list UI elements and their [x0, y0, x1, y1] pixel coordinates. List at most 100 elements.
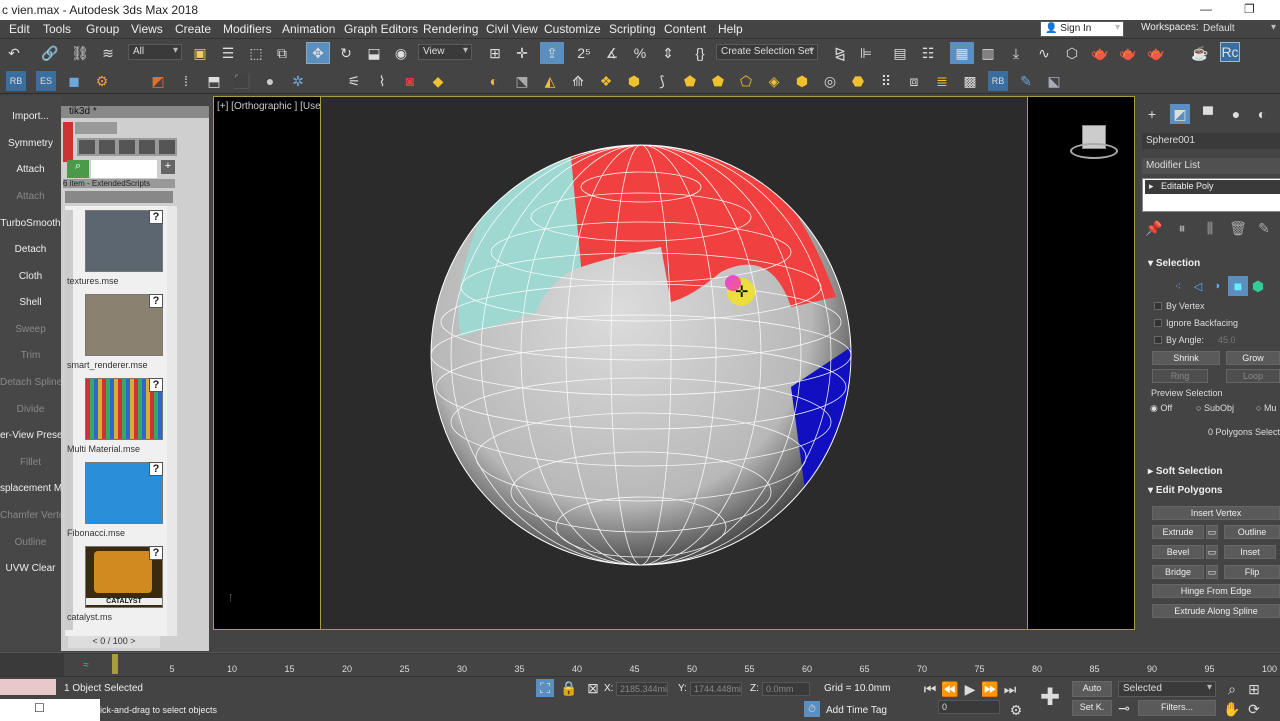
command-attach[interactable]: Attach — [0, 164, 61, 175]
select-object-icon[interactable]: ▣ — [190, 43, 210, 63]
ring-button[interactable]: Ring — [1152, 369, 1208, 383]
scene-explorer-icon[interactable]: ▤ — [890, 43, 910, 63]
hierarchy-tool-icon[interactable]: ⚟ — [344, 71, 364, 91]
texture-category-icon[interactable] — [119, 140, 135, 154]
spinner-snap-icon[interactable]: ⇕ — [658, 43, 678, 63]
select-rotate-icon[interactable]: ↻ — [336, 43, 356, 63]
percent-snap-icon[interactable]: % — [630, 43, 650, 63]
loop-button[interactable]: Loop — [1226, 369, 1280, 383]
modifier-tool-c-icon[interactable]: ⬠ — [736, 71, 756, 91]
maximize-icon[interactable]: ❐ — [1244, 2, 1255, 16]
polygon-mode-icon[interactable]: ■ — [1228, 276, 1248, 296]
layer-tool-icon[interactable]: ≣ — [932, 71, 952, 91]
checker-tool-icon[interactable]: ▩ — [960, 71, 980, 91]
browser-nav-buttons[interactable] — [75, 122, 117, 134]
material-editor-icon[interactable]: ⬡ — [1062, 43, 1082, 63]
stack-item-editable-poly[interactable]: ▸ Editable Poly — [1145, 180, 1280, 194]
command-import[interactable]: Import... — [0, 111, 61, 122]
search-icon[interactable]: ⌕ — [67, 160, 89, 178]
maxscript-mini-listener[interactable]: ☐ — [0, 699, 100, 721]
lock-selection-icon[interactable]: 🔒 — [560, 679, 578, 697]
menu-customize[interactable]: Customize — [544, 22, 601, 36]
command-fillet[interactable]: Fillet — [0, 457, 61, 468]
maxscript-listener-field[interactable] — [0, 679, 56, 695]
restore-icon[interactable]: ☐ — [34, 701, 45, 715]
window-crossing-icon[interactable]: ⧉ — [272, 43, 292, 63]
rc-script-icon[interactable]: Rc — [1220, 42, 1240, 62]
extrude-settings-icon[interactable]: ▭ — [1206, 525, 1218, 539]
command-attach-disabled[interactable]: Attach — [0, 191, 61, 202]
set-key-button[interactable]: Set K. — [1072, 700, 1112, 716]
light-category-icon[interactable] — [159, 140, 175, 154]
modifier-tool-g-icon[interactable]: ⬣ — [848, 71, 868, 91]
particles-tool-icon[interactable]: ✲ — [288, 71, 308, 91]
menu-views[interactable]: Views — [131, 22, 163, 36]
frame-tool-icon[interactable]: ⬒ — [204, 71, 224, 91]
isolate-selection-icon[interactable]: ⛶ — [536, 679, 554, 697]
y-coordinate-field[interactable]: 1744.448mi — [690, 682, 742, 696]
light-tool-icon[interactable]: ◆ — [428, 71, 448, 91]
menu-scripting[interactable]: Scripting — [609, 22, 656, 36]
box-tool-icon[interactable]: ◼ — [64, 71, 84, 91]
menu-tools[interactable]: Tools — [43, 22, 71, 36]
browser-close-strip[interactable] — [63, 122, 73, 162]
rb-script-icon[interactable]: RB — [6, 71, 26, 91]
poly-tool-icon[interactable]: ◩ — [148, 71, 168, 91]
sign-in-dropdown[interactable]: 👤 Sign In — [1040, 21, 1124, 37]
shape-tool-icon[interactable]: ◭ — [540, 71, 560, 91]
zoom-all-icon[interactable]: ⊞ — [1244, 679, 1264, 699]
help-icon[interactable]: ? — [149, 210, 163, 224]
modifier-tool-e-icon[interactable]: ⬢ — [792, 71, 812, 91]
current-frame-marker[interactable] — [112, 654, 118, 674]
soft-selection-rollout-title[interactable]: ▸ Soft Selection — [1142, 466, 1280, 477]
unlink-icon[interactable]: ⛓ — [70, 43, 90, 63]
edit-polygons-rollout-title[interactable]: ▾ Edit Polygons — [1142, 485, 1280, 496]
link-icon[interactable]: 🔗 — [40, 43, 60, 63]
command-cloth[interactable]: Cloth — [0, 271, 61, 282]
inset-button[interactable]: Inset — [1224, 545, 1276, 559]
cube-category-icon[interactable] — [79, 140, 95, 154]
set-key-icon[interactable]: ✚ — [1036, 683, 1064, 711]
z-coordinate-field[interactable]: 0.0mm — [762, 682, 810, 696]
insert-vertex-button[interactable]: Insert Vertex — [1152, 506, 1280, 520]
sphere-tool-icon[interactable]: ● — [260, 71, 280, 91]
rectangular-selection-icon[interactable]: ⬚ — [246, 43, 266, 63]
box-mode-icon[interactable]: ⬕ — [1044, 71, 1064, 91]
select-manipulate-icon[interactable]: ✛ — [512, 43, 532, 63]
grid-tool-icon[interactable]: ⠿ — [876, 71, 896, 91]
snaps-toggle-icon[interactable]: 2⁵ — [574, 43, 594, 63]
time-slider-handle[interactable]: < 0 / 100 > — [68, 636, 160, 648]
bevel-settings-icon[interactable]: ▭ — [1206, 545, 1218, 559]
modify-tab-icon[interactable]: ◩ — [1170, 104, 1190, 124]
menu-create[interactable]: Create — [175, 22, 211, 36]
pin-stack-icon[interactable]: 📌 — [1144, 218, 1164, 238]
toggle-ribbon-icon[interactable]: ▦ — [950, 42, 974, 64]
angle-snap-icon[interactable]: ∡ — [602, 43, 622, 63]
teapot-render-icon[interactable]: ☕ — [1190, 43, 1210, 63]
preview-off-radio[interactable]: ◉ Off — [1150, 403, 1172, 414]
pan-icon[interactable]: ✋ — [1222, 699, 1242, 719]
rendered-frame-window-icon[interactable]: 🫖 — [1118, 43, 1138, 63]
outline-button[interactable]: Outline — [1224, 525, 1280, 539]
current-frame-field[interactable]: 0 — [938, 700, 1000, 714]
bowtie-category-icon[interactable] — [139, 140, 155, 154]
add-icon[interactable]: + — [161, 160, 175, 174]
bridge-button[interactable]: Bridge — [1152, 565, 1204, 579]
absolute-mode-icon[interactable]: ⊠ — [584, 679, 602, 697]
auto-key-button[interactable]: Auto — [1072, 681, 1112, 697]
command-sweep[interactable]: Sweep — [0, 324, 61, 335]
browser-scrollbar[interactable] — [167, 206, 177, 636]
render-production-icon[interactable]: 🫖 — [1146, 43, 1166, 63]
motion-tab-icon[interactable]: ● — [1226, 104, 1246, 124]
merge-tool-icon[interactable]: ⟰ — [568, 71, 588, 91]
go-to-start-icon[interactable]: ⏮ — [920, 679, 940, 699]
key-mode-icon[interactable]: ⊸ — [1116, 700, 1132, 716]
render-tool-icon[interactable]: ◙ — [400, 71, 420, 91]
command-panel-icon[interactable]: ▥ — [978, 43, 998, 63]
next-frame-icon[interactable]: ⏩ — [980, 679, 1000, 699]
element-mode-icon[interactable]: ⬢ — [1248, 276, 1268, 296]
display-tab-icon[interactable]: ◐ — [1252, 104, 1272, 124]
menu-help[interactable]: Help — [718, 22, 743, 36]
command-trim[interactable]: Trim — [0, 350, 61, 361]
bevel-button[interactable]: Bevel — [1152, 545, 1204, 559]
